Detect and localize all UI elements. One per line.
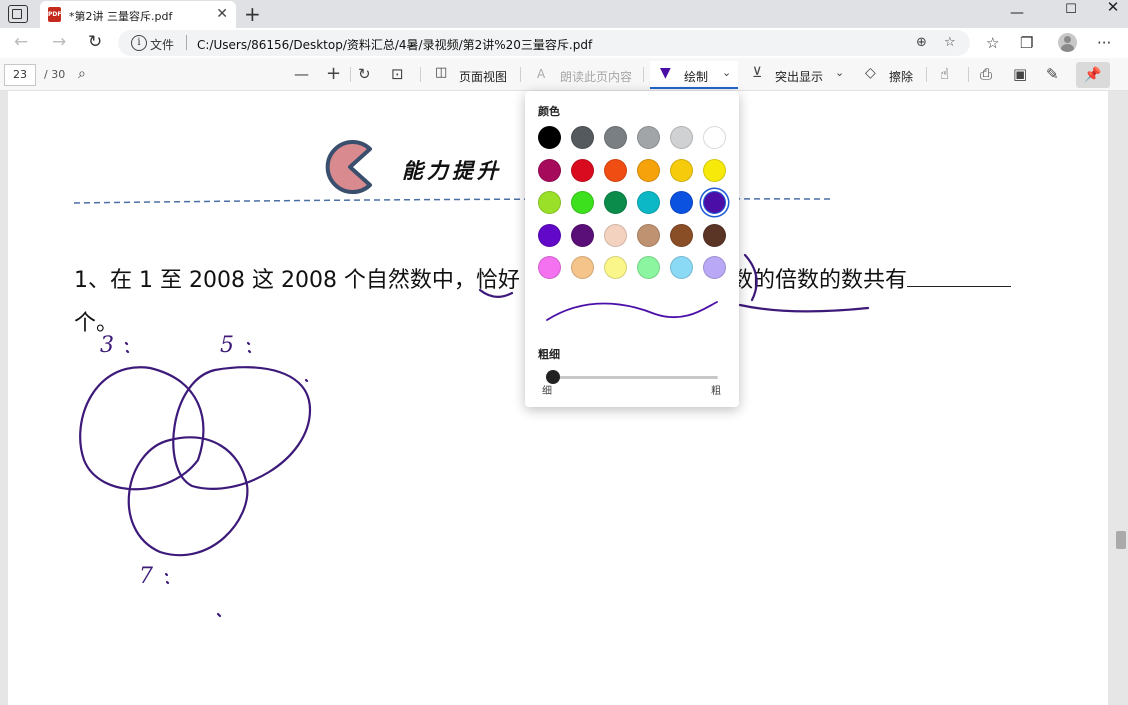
ink-dot [216, 612, 222, 618]
color-swatch[interactable] [571, 158, 594, 182]
color-swatch[interactable] [571, 191, 594, 214]
color-swatch[interactable] [604, 191, 627, 214]
ink-colon [164, 572, 170, 585]
color-swatch[interactable] [538, 158, 561, 182]
color-swatch[interactable] [670, 223, 693, 247]
stroke-preview [546, 301, 718, 321]
ink-label-5: 5 [220, 333, 234, 358]
ink-label-7: 7 [139, 564, 153, 589]
color-swatch[interactable] [604, 256, 627, 279]
ink-label-3: 3 [100, 333, 114, 358]
color-swatch[interactable] [604, 126, 627, 149]
color-swatch[interactable] [637, 126, 660, 149]
color-swatch[interactable] [670, 256, 693, 279]
ink-dot [304, 378, 309, 383]
ink-underline-stroke [478, 288, 514, 298]
color-swatch[interactable] [538, 223, 561, 247]
color-swatch[interactable] [670, 158, 693, 182]
color-swatch[interactable] [637, 256, 660, 279]
thickness-thin-label: 细 [542, 386, 552, 397]
ink-circle-stroke [743, 253, 758, 302]
thickness-thick-label: 粗 [711, 386, 721, 397]
color-swatch[interactable] [637, 191, 660, 214]
color-swatch[interactable] [703, 191, 726, 214]
color-swatch[interactable] [571, 256, 594, 279]
thickness-section-label: 粗细 [538, 348, 560, 361]
ink-circle-7 [127, 436, 249, 557]
color-swatch[interactable] [538, 191, 561, 214]
color-section-label: 颜色 [538, 105, 560, 118]
color-swatch[interactable] [571, 223, 594, 247]
color-swatch[interactable] [571, 126, 594, 149]
thickness-slider-track[interactable] [546, 376, 718, 379]
color-swatch[interactable] [538, 256, 561, 279]
color-swatch[interactable] [538, 126, 561, 149]
color-swatch[interactable] [703, 158, 726, 182]
color-swatch[interactable] [604, 223, 627, 247]
color-swatch[interactable] [637, 223, 660, 247]
color-swatch[interactable] [604, 158, 627, 182]
color-swatch[interactable] [670, 191, 693, 214]
color-swatch[interactable] [670, 126, 693, 149]
draw-options-popup: 颜色 粗细 细 粗 [525, 91, 739, 407]
ink-colon [246, 341, 252, 354]
ink-underline-stroke [738, 303, 870, 313]
color-swatch[interactable] [703, 126, 726, 149]
ink-circle-3 [79, 366, 205, 491]
ink-colon [124, 341, 130, 354]
color-swatch[interactable] [637, 158, 660, 182]
color-swatch[interactable] [703, 256, 726, 279]
color-swatch[interactable] [703, 223, 726, 247]
